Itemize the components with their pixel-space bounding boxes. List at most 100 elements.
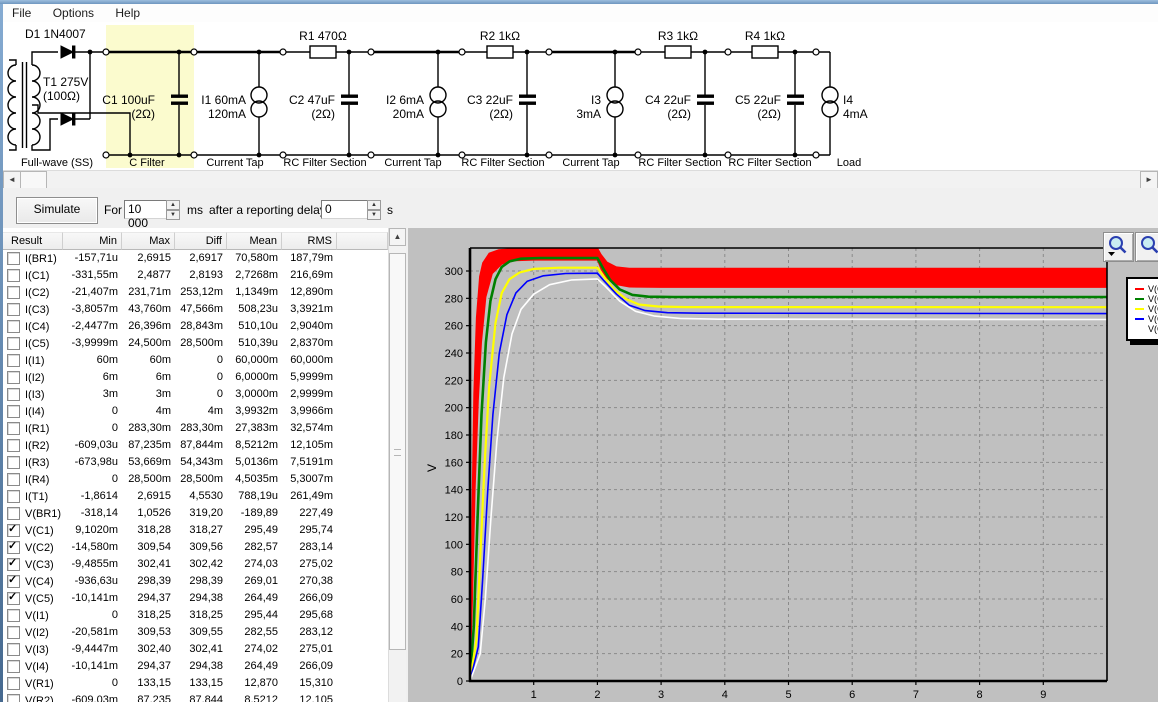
label-i1-line1: I1 60mA	[201, 93, 246, 107]
result-checkbox[interactable]	[7, 507, 20, 520]
header-rms[interactable]: RMS	[282, 232, 337, 250]
result-diff: 309,56	[175, 539, 227, 556]
result-checkbox[interactable]	[7, 269, 20, 282]
scroll-right-button[interactable]: ►	[1140, 171, 1158, 189]
header-mean[interactable]: Mean	[227, 232, 282, 250]
result-checkbox[interactable]	[7, 660, 20, 673]
result-checkbox[interactable]	[7, 388, 20, 401]
result-min: 60m	[63, 352, 122, 369]
diode-d1-top[interactable]	[61, 46, 75, 58]
spin-up-icon[interactable]: ▲	[367, 200, 381, 210]
result-min: -21,407m	[63, 284, 122, 301]
legend-entry: V(C1)	[1135, 284, 1158, 294]
result-name-cell: V(I3)	[3, 641, 63, 658]
section-label-rcfilter-2[interactable]: RC Filter Section	[461, 157, 544, 169]
result-name: V(I1)	[25, 610, 49, 622]
delay-spinner[interactable]: ▲ ▼	[367, 200, 381, 220]
ytick-label: 200	[445, 403, 463, 415]
result-mean: 274,02	[227, 641, 282, 658]
spin-down-icon[interactable]: ▼	[367, 210, 381, 220]
schematic-horizontal-scrollbar[interactable]: ◄ ►	[3, 170, 1158, 189]
delay-input[interactable]: 0	[321, 200, 369, 219]
legend-color-dash	[1135, 288, 1144, 290]
menu-options[interactable]: Options	[44, 4, 103, 22]
label-r2: R2 1kΩ	[480, 29, 520, 43]
section-label-currenttap-1[interactable]: Current Tap	[206, 157, 263, 169]
legend-label: V(C3)	[1148, 304, 1158, 314]
result-checkbox[interactable]	[7, 286, 20, 299]
result-row: V(I2)-20,581m309,53309,55282,55283,12	[3, 624, 388, 641]
result-name-cell: ✓ V(C2)	[3, 539, 63, 556]
header-diff[interactable]: Diff	[175, 232, 227, 250]
result-checkbox[interactable]	[7, 252, 20, 265]
result-checkbox[interactable]	[7, 643, 20, 656]
voltage-plot: 0204060801001201401601802002202402602803…	[408, 228, 1158, 702]
section-label-load[interactable]: Load	[837, 157, 861, 169]
spin-down-icon[interactable]: ▼	[166, 210, 180, 220]
result-checkbox[interactable]	[7, 694, 20, 702]
result-max: 2,4877	[122, 267, 175, 284]
result-checkbox[interactable]	[7, 626, 20, 639]
result-checkbox[interactable]	[7, 456, 20, 469]
label-c5-line1: C5 22uF	[735, 93, 781, 107]
menu-file[interactable]: File	[3, 4, 40, 22]
result-checkbox[interactable]: ✓	[7, 558, 20, 571]
ytick-label: 300	[445, 266, 463, 278]
result-checkbox[interactable]	[7, 337, 20, 350]
result-row: I(I2)6m6m06,0000m5,9999m	[3, 369, 388, 386]
header-max[interactable]: Max	[122, 232, 175, 250]
result-name-cell: V(BR1)	[3, 505, 63, 522]
result-checkbox[interactable]	[7, 439, 20, 452]
result-checkbox[interactable]: ✓	[7, 575, 20, 588]
result-checkbox[interactable]	[7, 405, 20, 418]
vertical-scroll-thumb[interactable]	[389, 253, 406, 650]
horizontal-scroll-thumb[interactable]	[20, 171, 47, 189]
menu-help[interactable]: Help	[106, 4, 149, 22]
duration-input[interactable]: 10 000	[124, 200, 168, 219]
simulate-button[interactable]: Simulate	[16, 197, 98, 224]
result-checkbox[interactable]	[7, 677, 20, 690]
result-checkbox[interactable]: ✓	[7, 524, 20, 537]
ytick-label: 180	[445, 430, 463, 442]
section-label-rcfilter-1[interactable]: RC Filter Section	[283, 157, 366, 169]
result-max: 26,396m	[122, 318, 175, 335]
result-checkbox[interactable]	[7, 490, 20, 503]
duration-spinner[interactable]: ▲ ▼	[166, 200, 180, 220]
result-checkbox[interactable]	[7, 354, 20, 367]
section-label-cfilter[interactable]: C Filter	[129, 157, 165, 169]
result-rms: 295,74	[282, 522, 337, 539]
zoom-dropdown-button[interactable]	[1103, 232, 1134, 262]
scroll-left-button[interactable]: ◄	[3, 171, 21, 189]
section-label-rcfilter-3[interactable]: RC Filter Section	[638, 157, 721, 169]
result-min: -157,71u	[63, 250, 122, 267]
result-checkbox[interactable]	[7, 303, 20, 316]
result-checkbox[interactable]	[7, 371, 20, 384]
result-checkbox[interactable]: ✓	[7, 541, 20, 554]
result-diff: 298,39	[175, 573, 227, 590]
result-diff: 2,6917	[175, 250, 227, 267]
legend-entry: V(C2)	[1135, 294, 1158, 304]
header-min[interactable]: Min	[63, 232, 122, 250]
result-diff: 2,8193	[175, 267, 227, 284]
header-result[interactable]: Result	[3, 232, 63, 250]
result-checkbox[interactable]	[7, 422, 20, 435]
results-vertical-scrollbar[interactable]: ▲	[388, 228, 406, 702]
section-label-currenttap-3[interactable]: Current Tap	[562, 157, 619, 169]
result-rms: 5,3007m	[282, 471, 337, 488]
result-diff: 87,844	[175, 692, 227, 702]
section-label-currenttap-2[interactable]: Current Tap	[384, 157, 441, 169]
result-min: 0	[63, 420, 122, 437]
result-checkbox[interactable]: ✓	[7, 592, 20, 605]
result-name: V(BR1)	[25, 508, 61, 520]
section-label-fullwave[interactable]: Full-wave (SS)	[21, 157, 93, 169]
result-checkbox[interactable]	[7, 609, 20, 622]
scroll-up-button[interactable]: ▲	[389, 228, 406, 246]
spin-up-icon[interactable]: ▲	[166, 200, 180, 210]
section-label-rcfilter-4[interactable]: RC Filter Section	[728, 157, 811, 169]
label-c3-line1: C3 22uF	[467, 93, 513, 107]
result-checkbox[interactable]	[7, 320, 20, 333]
result-checkbox[interactable]	[7, 473, 20, 486]
zoom-button[interactable]	[1135, 232, 1158, 262]
diode-d1-bottom[interactable]	[61, 113, 75, 125]
result-name: V(C2)	[25, 542, 54, 554]
